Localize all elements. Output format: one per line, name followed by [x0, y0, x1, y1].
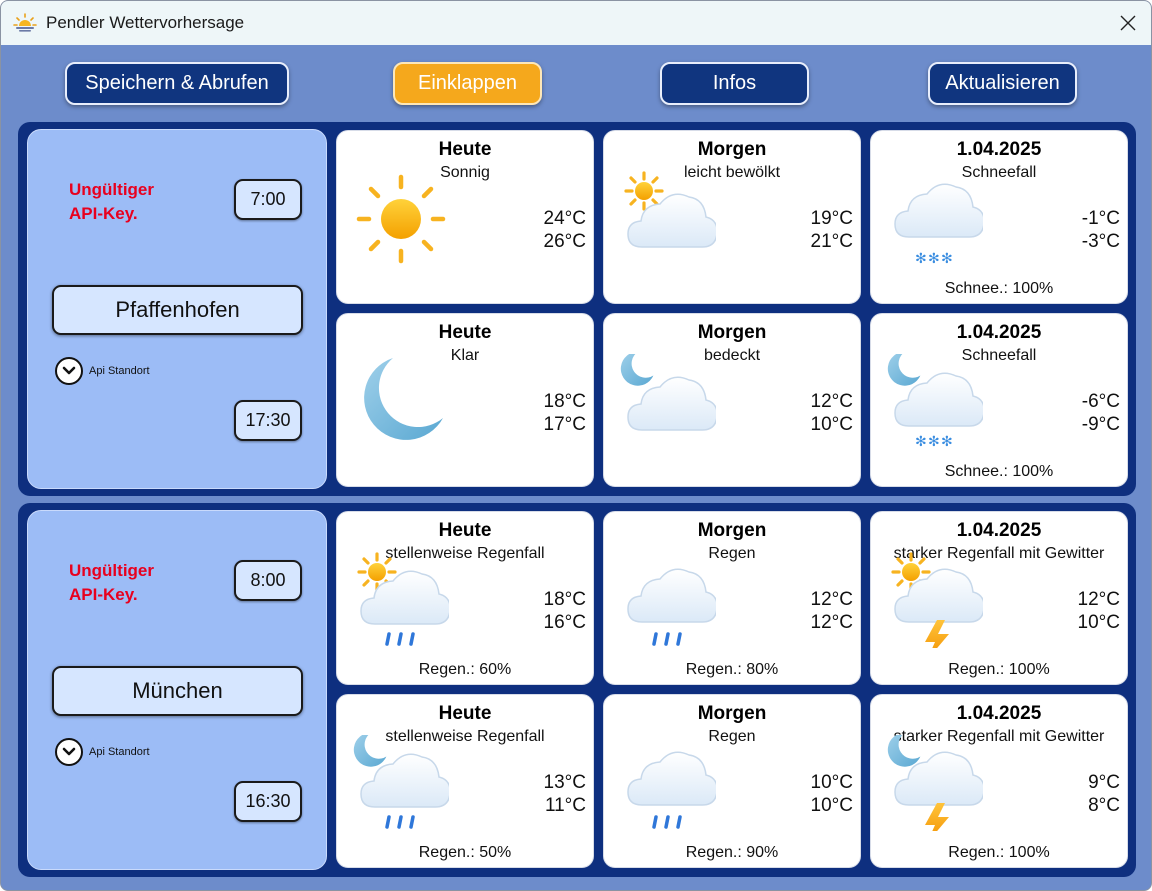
weather-card: 1.04.2025 starker Regenfall mit Gewitter… — [870, 694, 1128, 868]
forecast-day: Heute — [438, 322, 492, 343]
forecast-day: Morgen — [697, 139, 767, 160]
temperature-2: 10°C — [810, 795, 853, 816]
temperature-1: -6°C — [1081, 391, 1120, 412]
moon-thunder-icon — [887, 735, 983, 831]
partly-cloudy-icon — [624, 171, 716, 248]
forecast-day: Heute — [438, 520, 492, 541]
refresh-button[interactable]: Aktualisieren — [928, 62, 1077, 105]
snow-night-icon — [887, 354, 983, 450]
precipitation-chance: Regen.: 80% — [685, 661, 779, 678]
location-button[interactable]: Pfaffenhofen — [52, 285, 303, 335]
temperature-2: 12°C — [810, 612, 853, 633]
departure-time-button[interactable]: 8:00 — [234, 560, 302, 601]
forecast-day: Morgen — [697, 322, 767, 343]
weather-card: 1.04.2025 starker Regenfall mit Gewitter… — [870, 511, 1128, 685]
window-title: Pendler Wettervorhersage — [46, 13, 245, 32]
temperature-1: -1°C — [1081, 208, 1120, 229]
close-button[interactable] — [1105, 1, 1151, 45]
forecast-day: 1.04.2025 — [956, 139, 1042, 160]
location-card: Ungültiger API-Key. 7:00 Pfaffenhofen Ap… — [27, 129, 327, 489]
forecast-day: Heute — [438, 703, 492, 724]
return-time-button[interactable]: 17:30 — [234, 400, 302, 441]
snow-icon — [894, 183, 983, 267]
chevron-down-icon[interactable] — [55, 357, 83, 385]
weather-card: 1.04.2025 Schneefall -1°C -3°C Schnee.: … — [870, 130, 1128, 304]
forecast-day: 1.04.2025 — [956, 520, 1042, 541]
forecast-day: Morgen — [697, 703, 767, 724]
temperature-1: 12°C — [810, 589, 853, 610]
temperature-2: 11°C — [544, 795, 586, 816]
temperature-1: 24°C — [543, 208, 586, 229]
temperature-2: 10°C — [1077, 612, 1120, 633]
precipitation-chance: Regen.: 90% — [685, 844, 779, 861]
location-card: Ungültiger API-Key. 8:00 München Api Sta… — [27, 510, 327, 870]
precipitation-chance: Regen.: 100% — [948, 844, 1050, 861]
rain-icon — [627, 568, 716, 646]
departure-time-button[interactable]: 7:00 — [234, 179, 302, 220]
sun-thunder-icon — [891, 552, 983, 648]
close-icon — [1120, 15, 1136, 31]
api-location-label: Api Standort — [89, 746, 150, 758]
chevron-down-icon[interactable] — [55, 738, 83, 766]
temperature-2: -3°C — [1081, 231, 1120, 252]
temperature-1: 12°C — [810, 391, 853, 412]
temperature-1: 13°C — [543, 772, 586, 793]
weather-card: Morgen bedeckt 12°C 10°C — [603, 313, 861, 487]
precipitation-chance: Schnee.: 100% — [944, 463, 1054, 480]
title-bar: Pendler Wettervorhersage — [1, 1, 1151, 45]
temperature-1: 19°C — [810, 208, 853, 229]
temperature-2: 10°C — [810, 414, 853, 435]
collapse-button[interactable]: Einklappen — [393, 62, 542, 105]
forecast-day: Heute — [438, 139, 492, 160]
weather-card: Morgen leicht bewölkt 19°C 21°C — [603, 130, 861, 304]
forecast-day: 1.04.2025 — [956, 322, 1042, 343]
weather-card: Morgen Regen 10°C 10°C Regen.: 90% — [603, 694, 861, 868]
api-location-label: Api Standort — [89, 365, 150, 377]
forecast-day: Morgen — [697, 520, 767, 541]
temperature-2: 16°C — [543, 612, 586, 633]
api-error-message: Ungültiger API-Key. — [69, 561, 154, 604]
weather-card: Heute Klar 18°C 17°C — [336, 313, 594, 487]
weather-card: 1.04.2025 Schneefall -6°C -9°C Schnee.: … — [870, 313, 1128, 487]
temperature-2: 26°C — [543, 231, 586, 252]
temperature-1: 18°C — [543, 589, 586, 610]
precipitation-chance: Schnee.: 100% — [944, 280, 1054, 297]
location-panel-1: Ungültiger API-Key. 7:00 Pfaffenhofen Ap… — [18, 122, 1136, 496]
temperature-1: 12°C — [1077, 589, 1120, 610]
location-panel-2: Ungültiger API-Key. 8:00 München Api Sta… — [18, 503, 1136, 877]
precipitation-chance: Regen.: 50% — [418, 844, 512, 861]
forecast-day: 1.04.2025 — [956, 703, 1042, 724]
temperature-2: 8°C — [1088, 795, 1120, 816]
moon-rain-icon — [353, 735, 449, 829]
precipitation-chance: Regen.: 60% — [418, 661, 512, 678]
cloudy-night-icon — [620, 354, 716, 431]
rain-icon — [627, 751, 716, 829]
weather-card: Heute Sonnig 24°C 26°C — [336, 130, 594, 304]
app-window: Pendler Wettervorhersage Speichern & Abr… — [0, 0, 1152, 891]
weather-card: Heute stellenweise Regenfall 18°C 16°C R… — [336, 511, 594, 685]
temperature-2: 21°C — [810, 231, 853, 252]
save-fetch-button[interactable]: Speichern & Abrufen — [65, 62, 289, 105]
main-content: Speichern & Abrufen Einklappen Infos Akt… — [1, 45, 1151, 890]
temperature-2: -9°C — [1081, 414, 1120, 435]
weather-card: Heute stellenweise Regenfall 13°C 11°C R… — [336, 694, 594, 868]
api-location-toggle[interactable]: Api Standort — [55, 357, 150, 385]
sun-icon — [356, 174, 446, 264]
app-logo-icon — [13, 13, 37, 32]
sun-rain-icon — [357, 552, 449, 646]
weather-card: Morgen Regen 12°C 12°C Regen.: 80% — [603, 511, 861, 685]
api-error-message: Ungültiger API-Key. — [69, 180, 154, 223]
location-button[interactable]: München — [52, 666, 303, 716]
precipitation-chance: Regen.: 100% — [948, 661, 1050, 678]
temperature-1: 9°C — [1088, 772, 1120, 793]
moon-icon — [364, 358, 443, 440]
return-time-button[interactable]: 16:30 — [234, 781, 302, 822]
api-location-toggle[interactable]: Api Standort — [55, 738, 150, 766]
temperature-2: 17°C — [543, 414, 586, 435]
temperature-1: 18°C — [543, 391, 586, 412]
info-button[interactable]: Infos — [660, 62, 809, 105]
temperature-1: 10°C — [810, 772, 853, 793]
